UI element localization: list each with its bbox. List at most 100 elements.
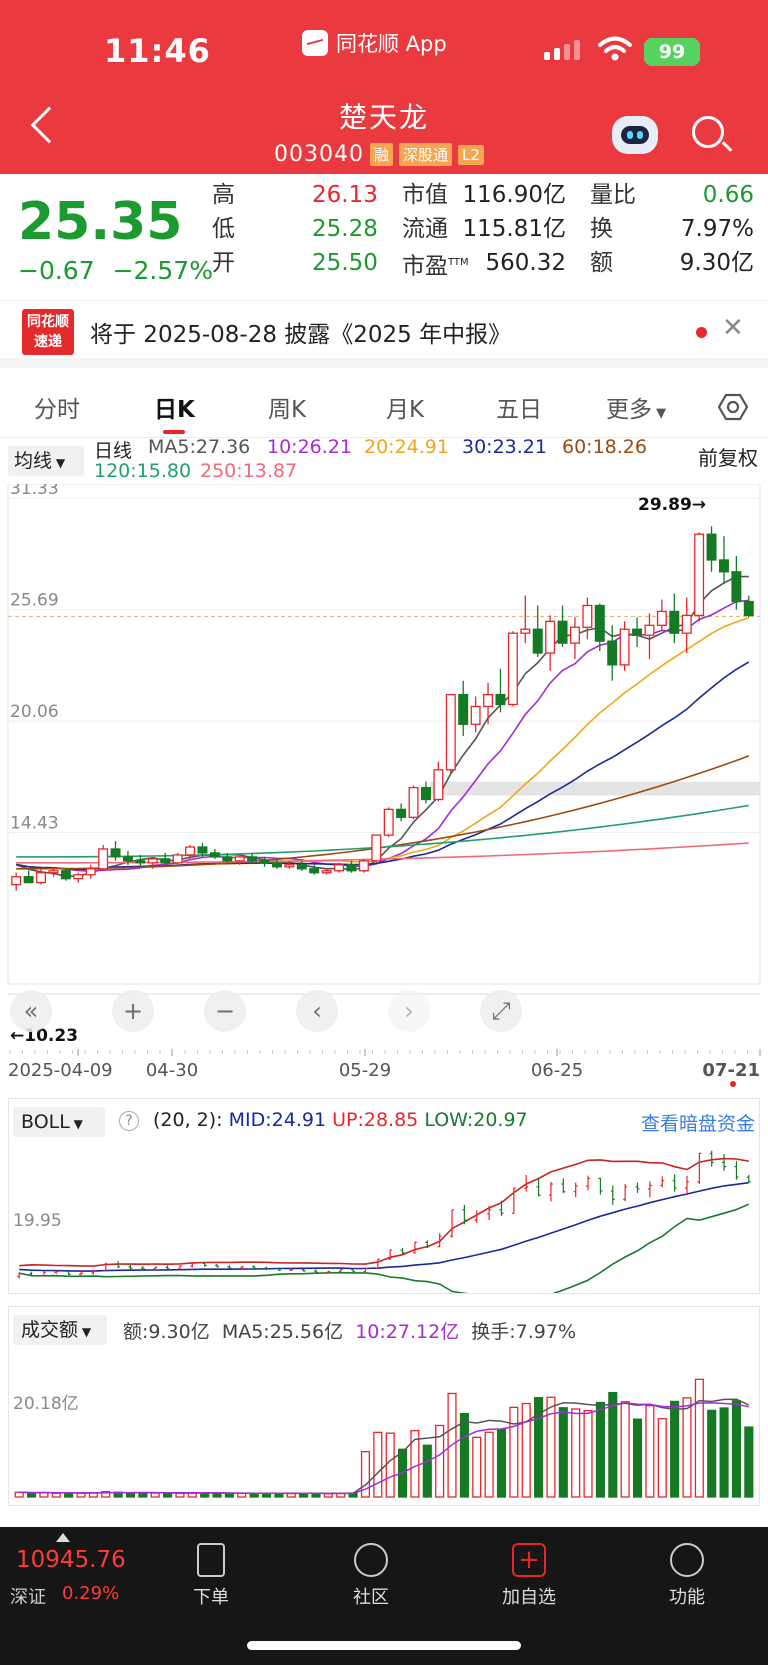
zoom-out-button[interactable]: −	[204, 990, 246, 1032]
volume-bar	[138, 1492, 148, 1498]
ma60-value: 60:18.26	[562, 436, 647, 458]
volume-bar	[76, 1492, 86, 1498]
home-indicator	[247, 1641, 521, 1650]
tab-intraday[interactable]: 分时	[34, 390, 80, 424]
tab-daily[interactable]: 日K	[154, 390, 195, 424]
candle	[234, 856, 245, 862]
news-banner[interactable]: 同花顺速递 将于 2025-08-28 披露《2025 年中报》 ✕	[0, 300, 768, 368]
news-text[interactable]: 将于 2025-08-28 披露《2025 年中报》	[90, 315, 511, 349]
volume-bar	[546, 1396, 556, 1498]
ma20-value: 20:24.91	[364, 436, 449, 458]
ma120-value: 120:15.80	[94, 460, 192, 482]
community-button[interactable]: 社区	[326, 1535, 416, 1609]
candle	[545, 620, 556, 654]
x-tick-label: 2025-04-09	[8, 1060, 113, 1081]
candle	[222, 856, 233, 862]
order-button[interactable]: 下单	[166, 1535, 256, 1609]
jump-start-button[interactable]: «	[10, 990, 52, 1032]
volume-bar	[731, 1400, 742, 1498]
tag-level2: L2	[458, 144, 484, 165]
candle	[73, 874, 84, 880]
volume-bar	[694, 1378, 704, 1498]
status-time: 11:46	[104, 32, 211, 70]
candle	[694, 533, 705, 617]
index-value[interactable]: 10945.76	[16, 1547, 126, 1573]
tab-weekly[interactable]: 周K	[268, 390, 306, 424]
volume-selector[interactable]: 成交额 ▼	[13, 1315, 107, 1345]
index-change: 0.29%	[62, 1583, 120, 1604]
volume-tick: 20.18亿	[13, 1394, 79, 1414]
help-icon[interactable]: ?	[119, 1111, 139, 1131]
volume-values: 额:9.30亿 MA5:25.56亿 10:27.12亿 换手:7.97%	[123, 1321, 577, 1343]
candle	[247, 856, 258, 862]
header-bar: 11:46 同花顺 App 99 楚天龙 003040 融 深股通 L2	[0, 0, 768, 174]
candle	[718, 559, 729, 573]
boll-values: (20, 2): MID:24.91 UP:28.85 LOW:20.97	[153, 1109, 528, 1131]
functions-button[interactable]: 功能	[642, 1535, 732, 1609]
stock-code-row: 003040 融 深股通 L2	[274, 142, 484, 167]
volume-bar	[385, 1432, 395, 1498]
candle	[445, 693, 456, 771]
candle	[681, 614, 692, 634]
volume-bar	[583, 1409, 593, 1498]
candle	[110, 848, 121, 858]
candle	[185, 846, 196, 856]
source-app[interactable]: 同花顺 App	[302, 28, 447, 58]
candle	[731, 571, 742, 603]
expand-icon[interactable]	[56, 1533, 70, 1542]
volume-bar	[125, 1492, 136, 1498]
ma5-value: MA5:27.36	[148, 436, 251, 458]
candle	[271, 862, 282, 868]
volume-chart: 20.18亿	[13, 1378, 754, 1498]
candle	[458, 693, 469, 725]
candle	[309, 868, 320, 874]
document-icon	[197, 1543, 225, 1577]
volume-bar	[64, 1492, 74, 1498]
ma5-line	[15, 575, 749, 878]
fullscreen-button[interactable]: ⤢	[480, 990, 522, 1032]
zoom-in-button[interactable]: +	[112, 990, 154, 1032]
volume-bar	[595, 1401, 605, 1498]
scroll-left-button[interactable]: ‹	[296, 990, 338, 1032]
candle	[532, 628, 543, 654]
candle	[98, 848, 109, 870]
battery-indicator: 99	[644, 38, 700, 66]
x-tick-label: 06-25	[531, 1060, 583, 1081]
boll-selector[interactable]: BOLL ▼	[13, 1107, 105, 1137]
boll-panel: BOLL ▼ ? (20, 2): MID:24.91 UP:28.85 LOW…	[8, 1098, 760, 1294]
ma30-line	[16, 661, 750, 871]
candle	[607, 640, 618, 666]
add-watchlist-button[interactable]: + 加自选	[484, 1535, 574, 1609]
candle	[619, 628, 630, 666]
tab-monthly[interactable]: 月K	[386, 390, 424, 424]
price-change: −0.67 −2.57%	[18, 256, 213, 285]
candle	[594, 604, 605, 642]
ma10-line	[16, 599, 749, 873]
current-date-dot	[730, 1081, 736, 1087]
quote-panel: 25.35 −0.67 −2.57% 高 26.13 低 25.28 开 25.50 …	[0, 174, 768, 300]
candle	[408, 786, 419, 818]
active-tab-indicator	[163, 430, 185, 434]
volume-bar	[521, 1402, 531, 1498]
tab-more[interactable]: 更多 ▼	[606, 390, 666, 424]
x-tick-label: 07-21	[702, 1060, 760, 1081]
ma-selector[interactable]: 均线 ▼	[8, 446, 84, 476]
candle	[669, 610, 680, 634]
candle	[557, 620, 568, 644]
scroll-right-button[interactable]: ›	[388, 990, 430, 1032]
close-icon[interactable]: ✕	[722, 313, 744, 343]
tab-five-day[interactable]: 五日	[496, 390, 542, 424]
star-circle-icon	[354, 1543, 388, 1577]
search-icon[interactable]	[692, 116, 724, 148]
y-tick-label: 20.06	[10, 702, 59, 722]
volume-bar	[373, 1431, 383, 1498]
settings-icon[interactable]	[718, 392, 748, 422]
bottom-bar: 10945.76 深证 0.29% 下单 社区 + 加自选 功能	[0, 1527, 768, 1665]
ai-assistant-icon[interactable]	[612, 116, 658, 154]
adjust-mode[interactable]: 前复权	[698, 442, 758, 471]
support-zone	[430, 781, 760, 796]
candle	[420, 786, 431, 801]
unread-dot	[696, 327, 707, 338]
dark-pool-link[interactable]: 查看暗盘资金	[641, 1109, 755, 1136]
tag-connect: 深股通	[399, 143, 453, 166]
